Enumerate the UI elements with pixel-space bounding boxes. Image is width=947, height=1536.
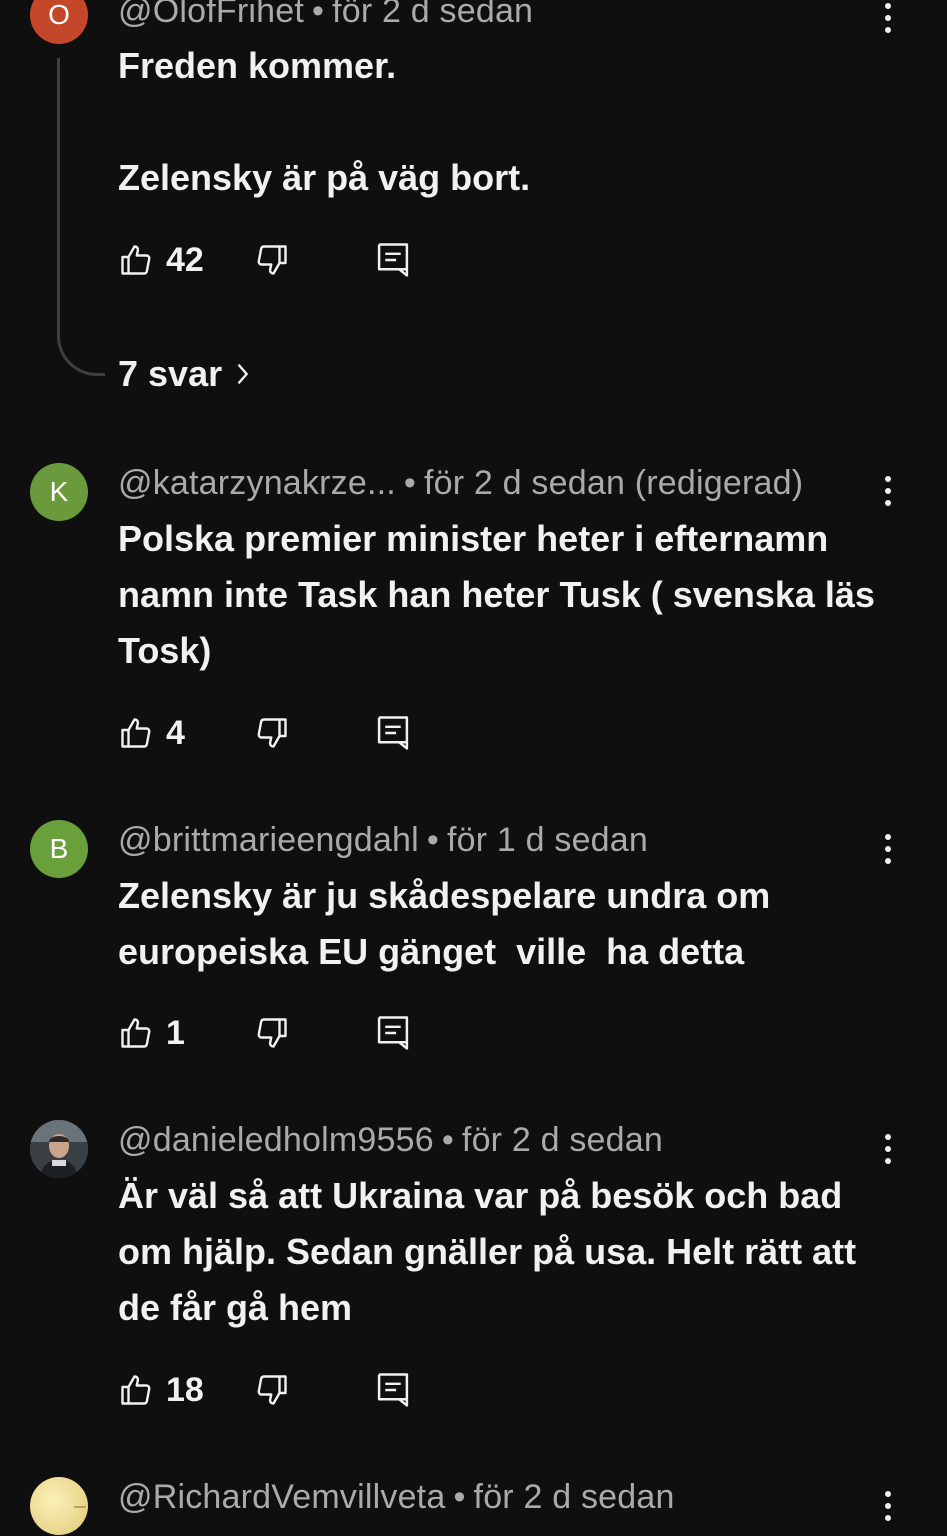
replies-count: 7 svar bbox=[118, 353, 223, 394]
comment-meta: @katarzynakrze... • för 2 d sedan (rediger… bbox=[118, 464, 857, 503]
comment-text: Polska premier minister heter i efternam… bbox=[118, 518, 885, 671]
chevron-right-icon bbox=[237, 363, 249, 385]
reply-button[interactable] bbox=[376, 1370, 410, 1410]
avatar[interactable] bbox=[30, 1120, 88, 1178]
more-vertical-icon[interactable] bbox=[870, 825, 906, 873]
dislike-button[interactable] bbox=[254, 1013, 290, 1053]
comment-reply-icon bbox=[377, 1016, 409, 1050]
view-replies-button[interactable]: 7 svar bbox=[118, 352, 250, 396]
comment-author[interactable]: @brittmarieengdahl bbox=[118, 821, 419, 859]
like-count: 4 bbox=[166, 713, 185, 752]
thumbs-up-icon bbox=[121, 1018, 151, 1048]
comment-reply-icon bbox=[377, 716, 409, 750]
more-vertical-icon[interactable] bbox=[870, 0, 906, 42]
avatar-letter: O bbox=[48, 0, 70, 30]
user-photo-avatar bbox=[30, 1120, 88, 1178]
comment-text: Freden kommer. Zelensky är på väg bort. bbox=[118, 45, 531, 198]
comment-meta: @OlofFrihet • för 2 d sedan bbox=[118, 0, 857, 31]
thumbs-down-icon bbox=[257, 1375, 287, 1405]
reply-button[interactable] bbox=[376, 240, 410, 280]
comment-reply-icon bbox=[377, 1373, 409, 1407]
comment-meta: @danieledholm9556 • för 2 d sedan bbox=[118, 1121, 857, 1160]
more-vertical-icon[interactable] bbox=[870, 1482, 906, 1530]
like-count: 18 bbox=[166, 1370, 204, 1409]
comment-author[interactable]: @OlofFrihet bbox=[118, 0, 304, 30]
like-button[interactable]: 4 bbox=[118, 713, 185, 753]
avatar[interactable] bbox=[30, 1477, 88, 1535]
comment-meta: @RichardVemvillveta • för 2 d sedan bbox=[118, 1478, 857, 1517]
like-count: 42 bbox=[166, 240, 204, 279]
avatar[interactable]: K bbox=[30, 463, 88, 521]
reply-button[interactable] bbox=[376, 713, 410, 753]
reply-button[interactable] bbox=[376, 1013, 410, 1053]
comment-author[interactable]: @danieledholm9556 bbox=[118, 1121, 434, 1159]
dislike-button[interactable] bbox=[254, 713, 290, 753]
meta-separator: • bbox=[441, 1121, 454, 1159]
comment-text: Zelensky är ju skådespelare undra om eur… bbox=[118, 875, 781, 972]
comment-reply-icon bbox=[377, 243, 409, 277]
comment-actions: 1 bbox=[118, 1013, 438, 1053]
comment-actions: 18 bbox=[118, 1370, 438, 1410]
meta-separator: • bbox=[403, 464, 416, 502]
comment-time: för 2 d sedan bbox=[473, 1478, 675, 1516]
more-vertical-icon[interactable] bbox=[870, 467, 906, 515]
comment-text: Är väl så att Ukraina var på besök och b… bbox=[118, 1175, 867, 1328]
user-photo-avatar bbox=[74, 1506, 86, 1508]
comment-time: för 1 d sedan bbox=[446, 821, 649, 859]
comment-meta: @brittmarieengdahl • för 1 d sedan bbox=[118, 821, 857, 860]
comment-time: för 2 d sedan bbox=[461, 1121, 663, 1159]
comments-list: O @OlofFrihet • för 2 d sedan Freden komme… bbox=[0, 0, 947, 1536]
meta-separator: • bbox=[453, 1478, 466, 1516]
comment-time: för 2 d sedan bbox=[332, 0, 534, 30]
comment-author[interactable]: @katarzynakrze... bbox=[118, 464, 396, 502]
comment-actions: 4 bbox=[118, 713, 438, 753]
thumbs-down-icon bbox=[257, 1018, 287, 1048]
like-button[interactable]: 18 bbox=[118, 1370, 204, 1410]
like-count: 1 bbox=[166, 1013, 185, 1052]
thumbs-up-icon bbox=[121, 245, 151, 275]
avatar-letter: B bbox=[49, 833, 69, 864]
more-vertical-icon[interactable] bbox=[870, 1125, 906, 1173]
thumbs-up-icon bbox=[121, 1375, 151, 1405]
comment-time: för 2 d sedan (redigerad) bbox=[424, 464, 804, 502]
thread-connector-line bbox=[57, 58, 105, 376]
meta-separator: • bbox=[311, 0, 325, 30]
thumbs-up-icon bbox=[121, 718, 151, 748]
like-button[interactable]: 42 bbox=[118, 240, 204, 280]
dislike-button[interactable] bbox=[254, 1370, 290, 1410]
comment-actions: 42 bbox=[118, 240, 438, 280]
dislike-button[interactable] bbox=[254, 240, 290, 280]
avatar[interactable]: B bbox=[30, 820, 88, 878]
comment-author[interactable]: @RichardVemvillveta bbox=[118, 1478, 445, 1516]
meta-separator: • bbox=[426, 821, 439, 859]
thumbs-down-icon bbox=[257, 245, 287, 275]
avatar-letter: K bbox=[49, 476, 69, 507]
thumbs-down-icon bbox=[257, 718, 287, 748]
like-button[interactable]: 1 bbox=[118, 1013, 185, 1053]
avatar[interactable]: O bbox=[30, 0, 88, 44]
